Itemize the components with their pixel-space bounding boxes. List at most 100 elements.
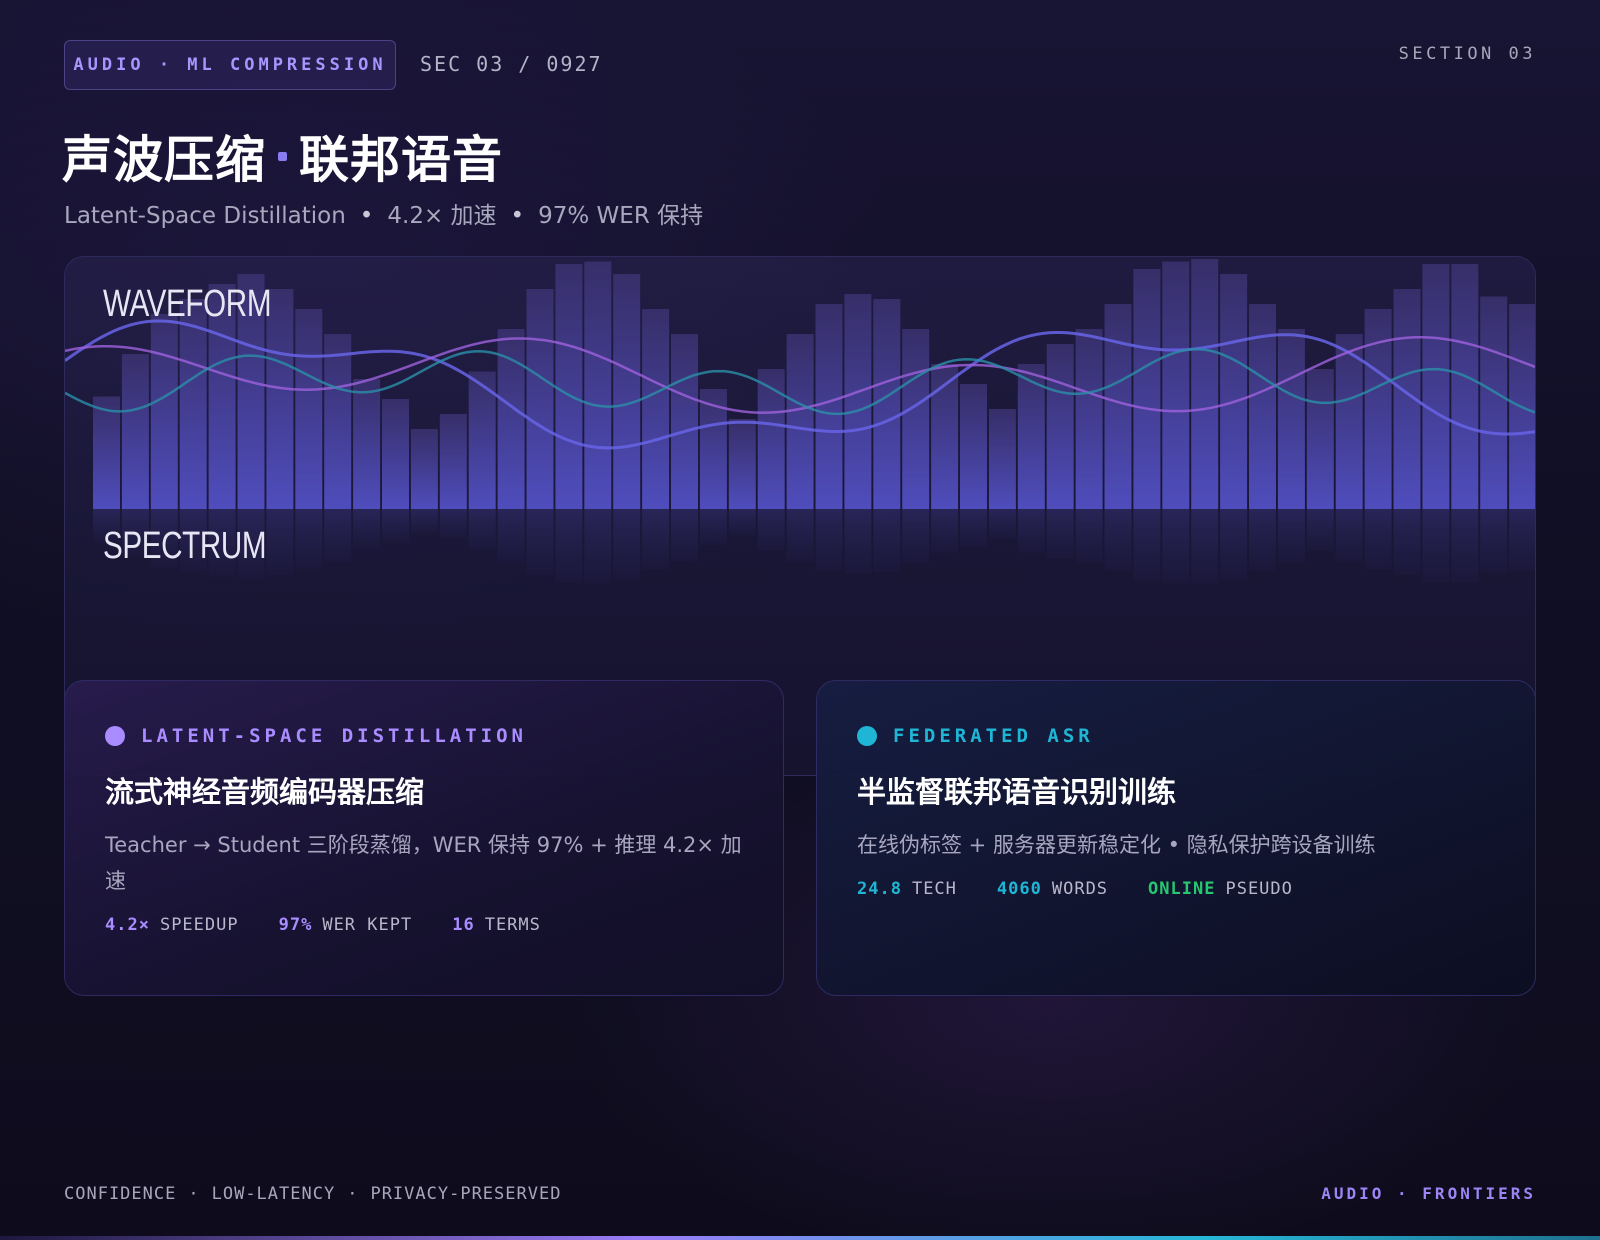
stat-pseudo: ONLINE PSEUDO	[1148, 879, 1293, 899]
spectrum-bar	[1104, 304, 1132, 509]
spectrum-bar	[873, 299, 901, 509]
stat-label: PSEUDO	[1225, 879, 1293, 899]
category-badge: AUDIO · ML COMPRESSION	[64, 40, 396, 90]
spectrum-bar-reflection	[1075, 509, 1103, 563]
spectrum-bar-reflection	[1191, 509, 1219, 584]
footer-keywords: CONFIDENCE · LOW-LATENCY · PRIVACY-PRESERVED	[64, 1184, 561, 1204]
spectrum-bar-reflection	[497, 509, 525, 563]
subtitle: Latent-Space Distillation • 4.2× 加速 • 97% WE…	[64, 196, 703, 230]
spectrum-bar-reflection	[1220, 509, 1248, 580]
spectrum-bar	[1046, 344, 1074, 509]
spectrum-bar-reflection	[1393, 509, 1421, 575]
spectrum-bar	[584, 261, 612, 509]
slide-page: AUDIO · ML COMPRESSION SEC 03 / 0927 SEC…	[0, 0, 1600, 1240]
spectrum-bar	[728, 419, 756, 509]
spectrum-bar	[1422, 264, 1450, 509]
subtitle-separator: •	[510, 203, 525, 229]
spectrum-bar	[960, 384, 987, 509]
stat-tech: 24.8 TECH	[857, 879, 957, 899]
spectrum-bar	[410, 429, 438, 509]
spectrum-bar	[1451, 264, 1479, 509]
spectrum-label: SPECTRUM	[103, 525, 267, 567]
spectrum-bar-reflection	[526, 509, 554, 575]
spectrum-bar-reflection	[1046, 509, 1074, 559]
spectrum-bar-reflection	[1017, 509, 1045, 553]
stat-label: TECH	[911, 879, 957, 899]
spectrum-bar-reflection	[844, 509, 872, 574]
card-tag: FEDERATED ASR	[857, 725, 1495, 747]
spectrum-bar-reflection	[757, 509, 785, 551]
title-part-2: 联邦语音	[299, 131, 503, 189]
spectrum-bar	[1480, 296, 1508, 509]
spectrum-bar-reflection	[613, 509, 641, 580]
spectrum-bar	[353, 379, 381, 509]
footer-item: CONFIDENCE	[64, 1184, 177, 1204]
spectrum-bar	[1306, 369, 1334, 509]
footer-brand: AUDIO · FRONTIERS	[1321, 1184, 1536, 1203]
spectrum-bar-reflection	[902, 509, 930, 563]
card-description: 在线伪标签 + 服务器更新稳定化 • 隐私保护跨设备训练	[857, 833, 1376, 857]
cyan-dot-icon	[857, 726, 877, 746]
spectrum-bar	[1075, 329, 1103, 509]
stat-label: SPEEDUP	[159, 915, 239, 935]
spectrum-bar	[988, 409, 1016, 509]
spectrum-bar	[786, 334, 814, 509]
spectrum-bar-reflection	[1480, 509, 1508, 573]
bottom-gradient-bar	[0, 1236, 1600, 1240]
spectrum-bar-reflection	[1104, 509, 1132, 571]
subtitle-item-2: 4.2× 加速	[387, 203, 497, 229]
title-part-1: 声波压缩	[62, 131, 266, 189]
spectrum-bar-reflection	[584, 509, 612, 584]
stat-label: WORDS	[1051, 879, 1109, 899]
footer-item: PRIVACY-PRESERVED	[370, 1184, 562, 1204]
page-title: 声波压缩 联邦语音	[62, 120, 503, 192]
purple-dot-icon	[105, 726, 125, 746]
spectrum-bar	[1191, 259, 1219, 509]
spectrum-bar-reflection	[439, 509, 467, 538]
spectrum-bar	[642, 309, 670, 509]
federated-asr-card: FEDERATED ASR 半监督联邦语音识别训练 在线伪标签 + 服务器更新稳…	[816, 680, 1536, 996]
spectrum-bar	[93, 396, 120, 509]
spectrum-bar	[902, 329, 930, 509]
spectrum-bar-reflection	[1249, 509, 1276, 571]
card-description: Teacher → Student 三阶段蒸馏，WER 保持 97% + 推理 …	[105, 833, 742, 893]
spectrum-bar-reflection	[1306, 509, 1334, 551]
spectrum-bar-reflection	[960, 509, 987, 547]
spectrum-bar	[179, 299, 207, 509]
spectrum-bar-reflection	[1509, 509, 1535, 571]
spectrum-bar-reflection	[988, 509, 1016, 539]
spectrum-bar	[382, 399, 409, 509]
spectrum-bar-reflection	[642, 509, 670, 569]
title-dot-separator	[278, 151, 287, 161]
spectrum-bar	[324, 334, 352, 509]
spectrum-bar	[613, 274, 641, 509]
stat-label: WER KEPT	[322, 915, 413, 935]
spectrum-bar-reflection	[815, 509, 843, 571]
spectrum-bar	[757, 369, 785, 509]
spectrum-bar-reflection	[931, 509, 959, 553]
spectrum-bar-reflection	[353, 509, 381, 548]
spectrum-bar	[815, 304, 843, 509]
subtitle-item-1: Latent-Space Distillation	[64, 203, 346, 229]
card-stats: 24.8 TECH 4060 WORDS ONLINE PSEUDO	[857, 879, 1495, 899]
stat-wer-kept: 97% WER KEPT	[279, 915, 413, 935]
spectrum-bar-reflection	[1335, 509, 1363, 562]
spectrum-bar-reflection	[468, 509, 496, 551]
spectrum-bar	[121, 354, 149, 509]
stat-speedup: 4.2× SPEEDUP	[105, 915, 239, 935]
spectrum-bar	[1364, 309, 1392, 509]
stat-label: TERMS	[484, 915, 541, 935]
spectrum-bar-reflection	[410, 509, 438, 533]
spectrum-bar	[1162, 261, 1190, 509]
stat-value: 97%	[278, 915, 313, 935]
footer-item: LOW-LATENCY	[211, 1184, 336, 1204]
spectrum-bar-reflection	[1133, 509, 1161, 581]
spectrum-bar	[526, 289, 554, 509]
stat-value: 16	[452, 915, 475, 935]
spectrum-bar	[555, 264, 583, 509]
footer-separator: ·	[347, 1184, 359, 1204]
stat-value: 4.2×	[105, 915, 150, 935]
section-label: SECTION 03	[1398, 44, 1536, 64]
subtitle-item-3: 97% WER 保持	[538, 203, 704, 229]
spectrum-bar	[1220, 274, 1248, 509]
